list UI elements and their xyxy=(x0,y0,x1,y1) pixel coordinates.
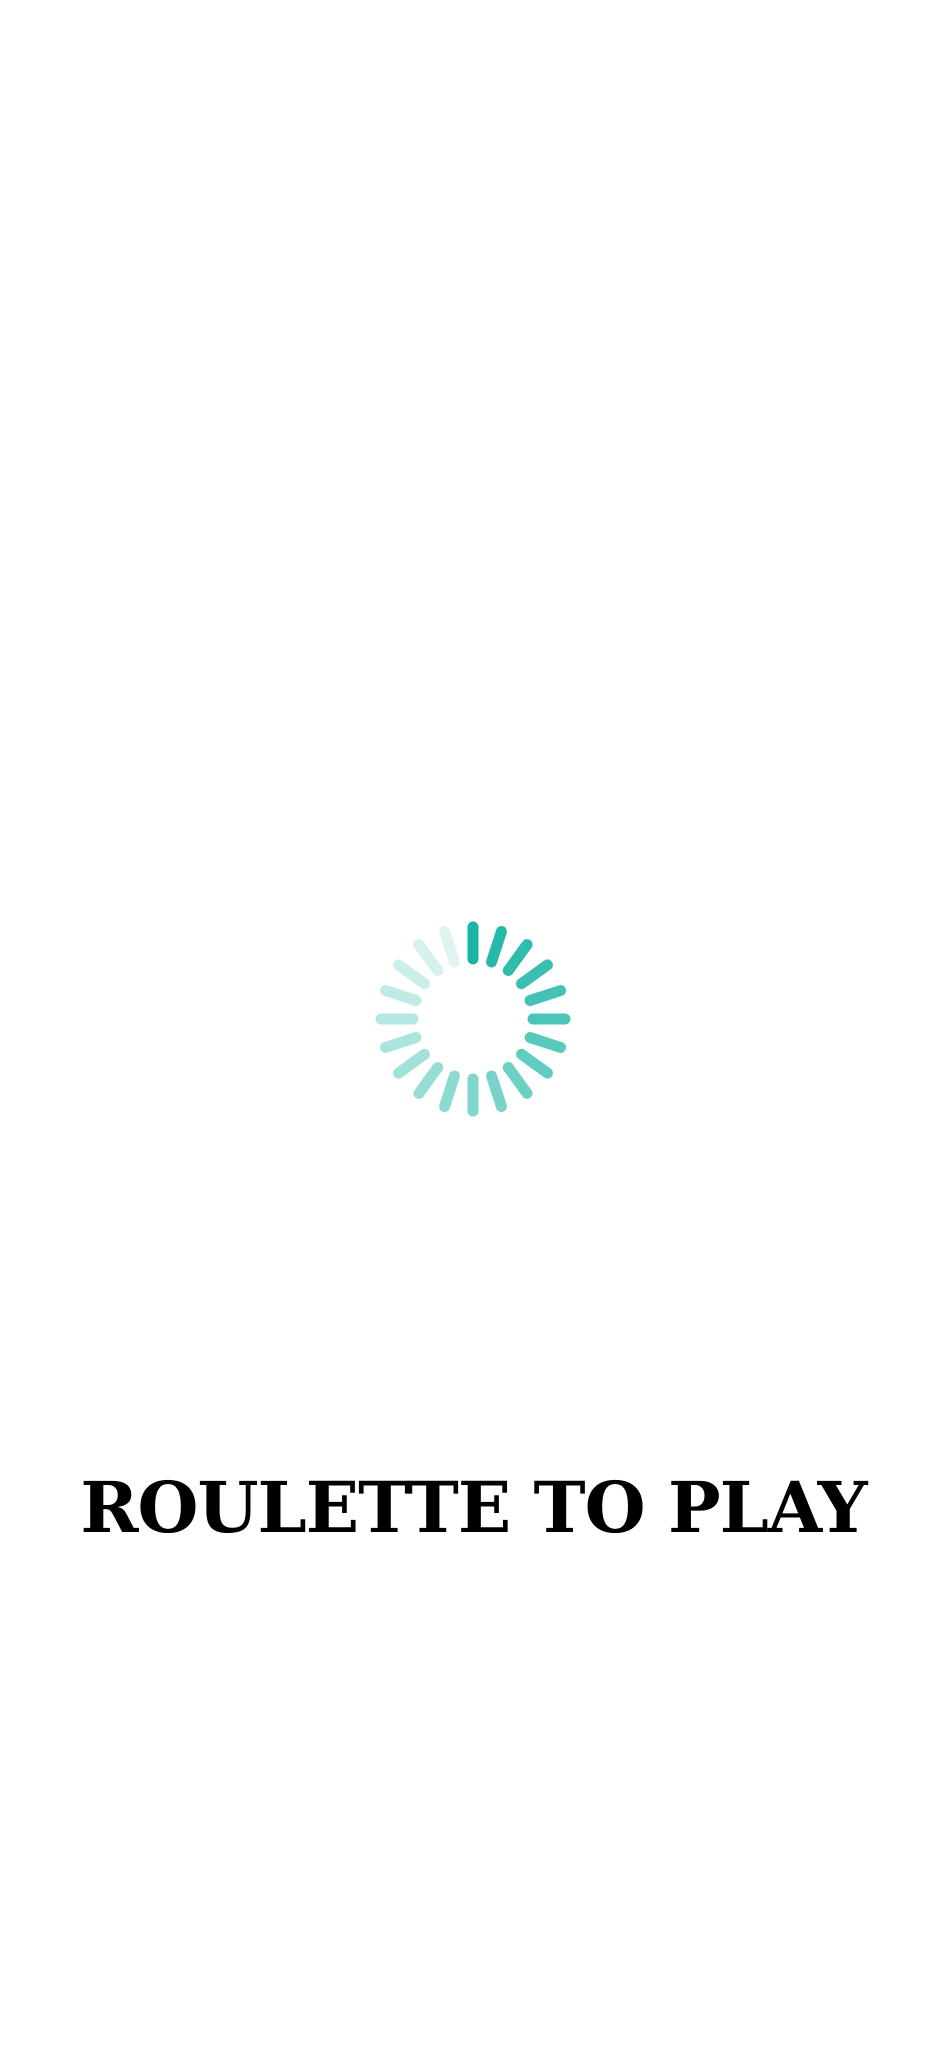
spinner-spoke xyxy=(439,1070,460,1112)
loading-spinner-icon xyxy=(373,919,573,1119)
spinner-spoke xyxy=(380,1032,422,1053)
spinner-spoke xyxy=(439,926,460,968)
loading-spinner-graphic xyxy=(375,921,571,1117)
splash-screen: ROULETTE TO PLAY xyxy=(0,0,947,2048)
spinner-spoke xyxy=(516,1048,553,1079)
spinner-spoke xyxy=(524,1032,566,1053)
spinner-spoke xyxy=(486,926,507,968)
spinner-spoke xyxy=(502,1062,533,1099)
app-title: ROULETTE TO PLAY xyxy=(80,1466,867,1549)
spinner-spoke xyxy=(502,939,533,976)
spinner-spoke xyxy=(380,985,422,1006)
spinner-spoke xyxy=(516,959,553,990)
spinner-spoke xyxy=(413,1062,444,1099)
spinner-spoke xyxy=(524,985,566,1006)
spinner-spoke xyxy=(393,1048,430,1079)
spinner-spoke xyxy=(393,959,430,990)
spinner-spoke xyxy=(486,1070,507,1112)
spinner-spoke xyxy=(413,939,444,976)
